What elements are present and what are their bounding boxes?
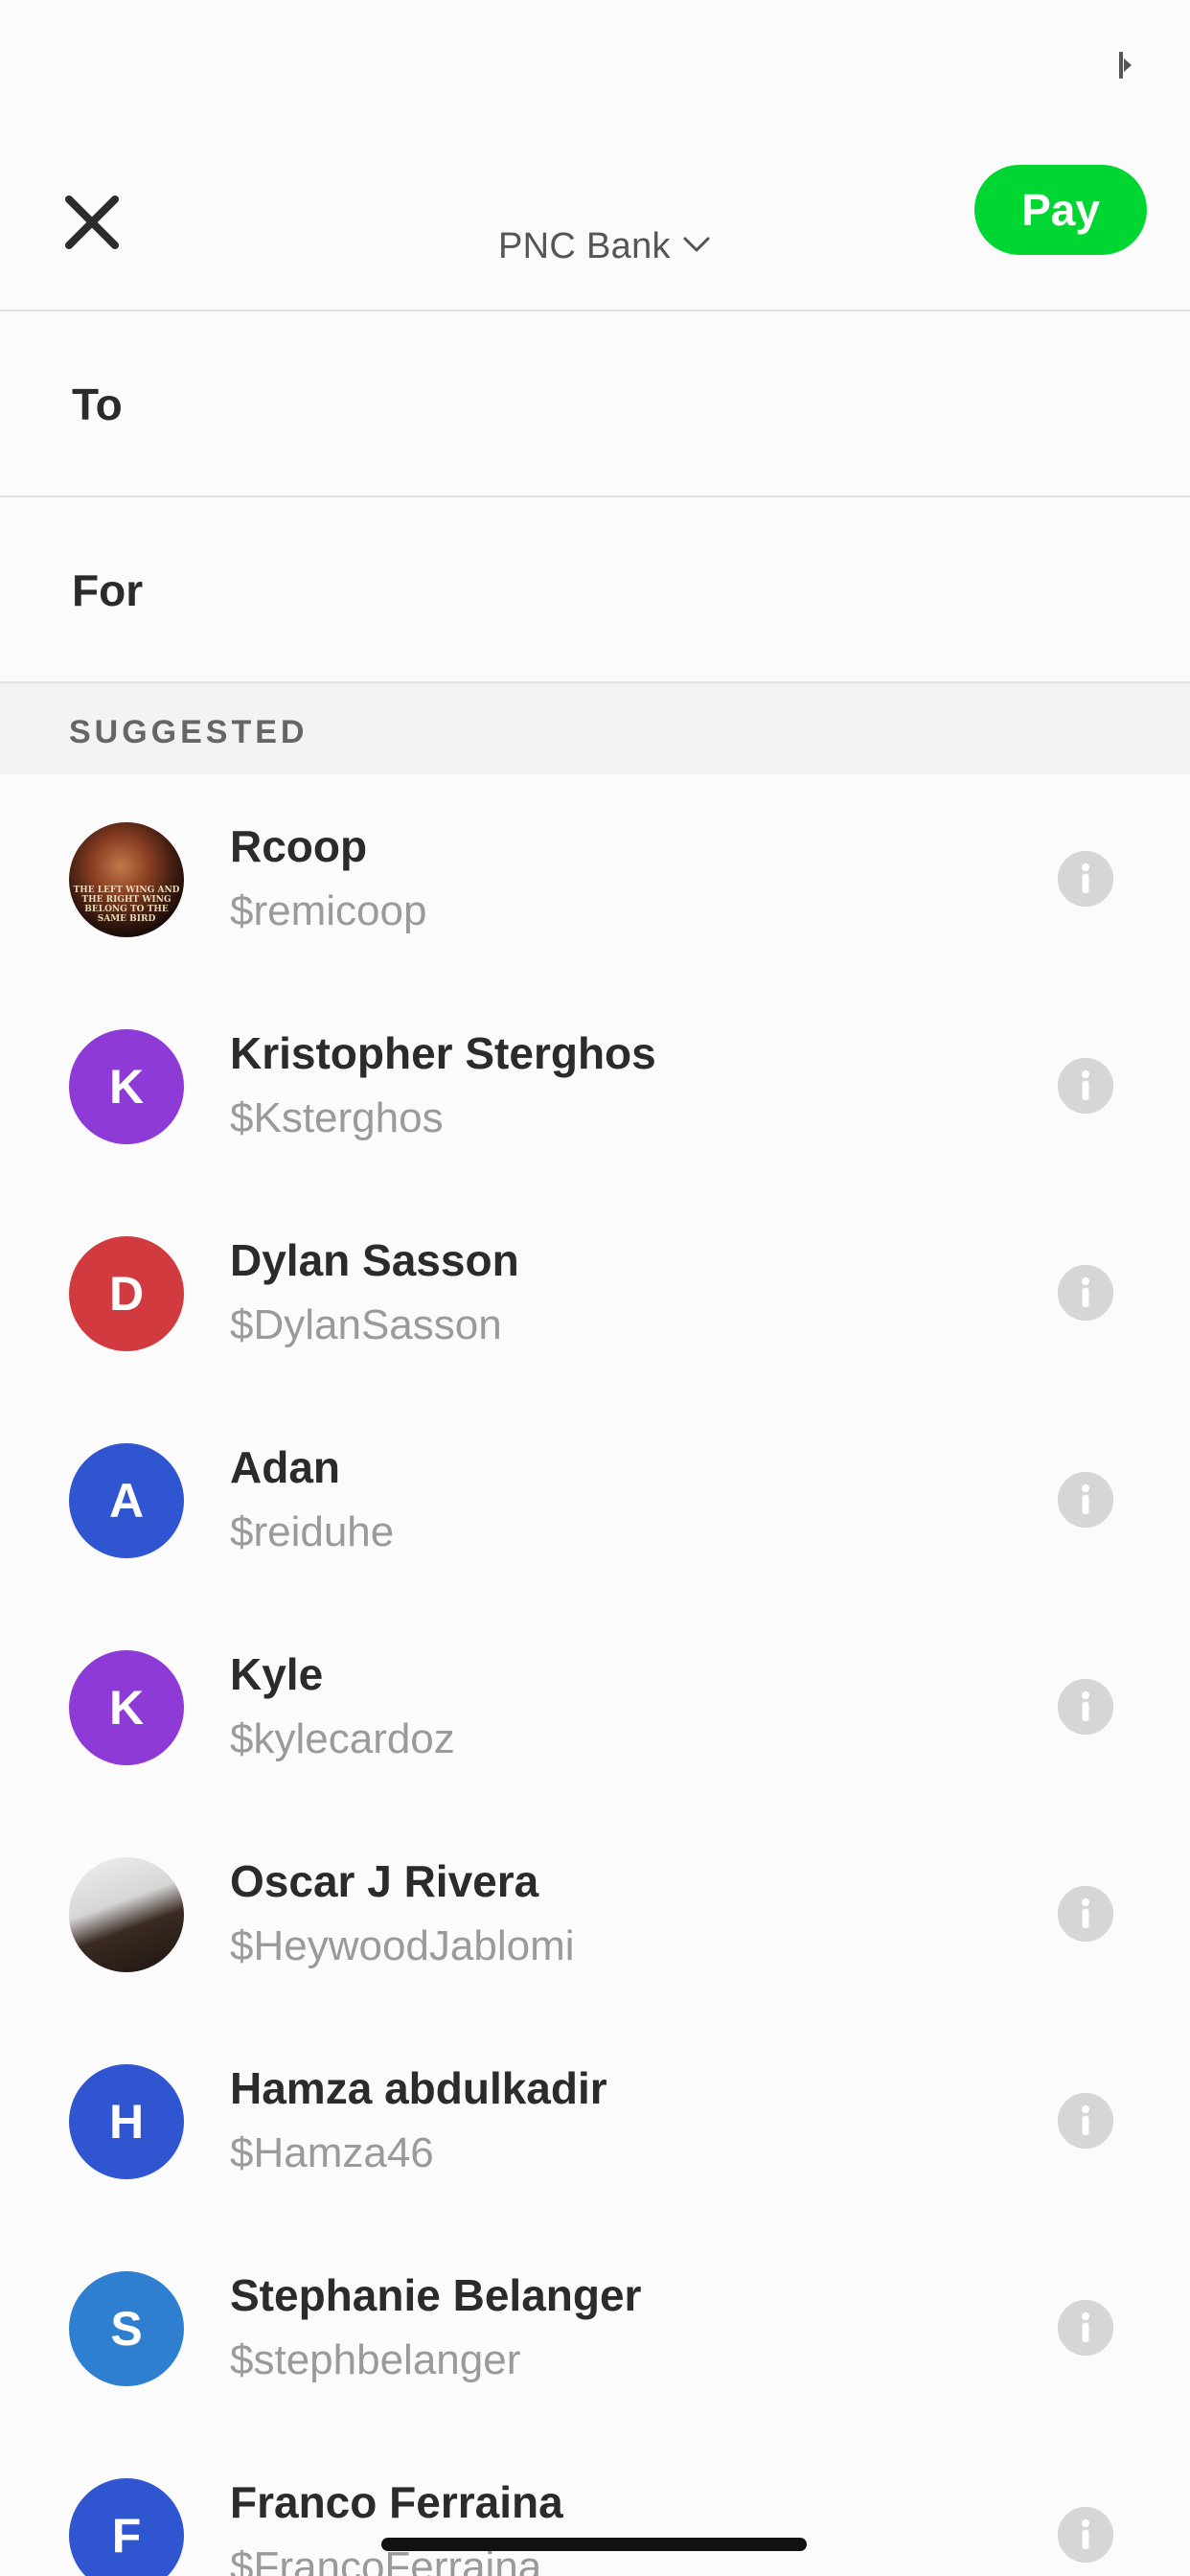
avatar-caption: THE LEFT WING AND THE RIGHT WING BELONG … bbox=[73, 886, 180, 924]
contact-row[interactable]: Oscar J Rivera $HeywoodJablomi bbox=[0, 1809, 1190, 2016]
contact-name: Kristopher Sterghos bbox=[230, 1028, 656, 1078]
avatar: K bbox=[69, 1650, 184, 1765]
contact-row[interactable]: S Stephanie Belanger $stephbelanger bbox=[0, 2223, 1190, 2430]
status-indicator-icon bbox=[1119, 52, 1132, 79]
contact-row[interactable]: K Kristopher Sterghos $Ksterghos bbox=[0, 981, 1190, 1188]
contact-name: Dylan Sasson bbox=[230, 1235, 519, 1285]
info-button[interactable] bbox=[1058, 2507, 1113, 2563]
to-label: To bbox=[72, 380, 123, 429]
contact-row[interactable]: THE LEFT WING AND THE RIGHT WING BELONG … bbox=[0, 774, 1190, 981]
chevron-down-icon bbox=[682, 235, 711, 259]
note-input[interactable] bbox=[192, 545, 1131, 635]
contact-name: Franco Ferraina bbox=[230, 2477, 563, 2527]
contact-row[interactable]: F Franco Ferraina $FrancoFerraina bbox=[0, 2430, 1190, 2576]
avatar: F bbox=[69, 2478, 184, 2576]
info-icon bbox=[1058, 1679, 1113, 1735]
contact-cashtag: $HeywoodJablomi bbox=[230, 1922, 575, 1969]
pay-header: PNC Bank Pay bbox=[0, 134, 1190, 311]
contact-row[interactable]: H Hamza abdulkadir $Hamza46 bbox=[0, 2016, 1190, 2223]
avatar-initial: A bbox=[108, 1474, 145, 1528]
contact-cashtag: $remicoop bbox=[230, 887, 427, 934]
section-title: SUGGESTED bbox=[69, 714, 309, 750]
suggested-section-header: SUGGESTED bbox=[0, 683, 1190, 774]
info-button[interactable] bbox=[1058, 2093, 1113, 2149]
contact-row[interactable]: D Dylan Sasson $DylanSasson bbox=[0, 1188, 1190, 1395]
to-field-row: To bbox=[0, 311, 1190, 497]
contact-cashtag: $reiduhe bbox=[230, 1508, 395, 1555]
suggested-contact-list: THE LEFT WING AND THE RIGHT WING BELONG … bbox=[0, 774, 1190, 2576]
info-button[interactable] bbox=[1058, 2300, 1113, 2356]
info-icon bbox=[1058, 851, 1113, 907]
avatar-initial: K bbox=[108, 1681, 145, 1735]
pay-button[interactable]: Pay bbox=[974, 165, 1147, 255]
recipient-input[interactable] bbox=[192, 359, 1131, 449]
info-icon bbox=[1058, 1886, 1113, 1942]
info-icon bbox=[1058, 1058, 1113, 1114]
contact-row[interactable]: A Adan $reiduhe bbox=[0, 1395, 1190, 1602]
info-icon bbox=[1058, 2300, 1113, 2356]
avatar: THE LEFT WING AND THE RIGHT WING BELONG … bbox=[69, 822, 184, 937]
for-field-row: For bbox=[0, 497, 1190, 683]
contact-name: Hamza abdulkadir bbox=[230, 2063, 607, 2113]
contact-cashtag: $DylanSasson bbox=[230, 1301, 502, 1348]
avatar bbox=[69, 1857, 184, 1972]
info-button[interactable] bbox=[1058, 1265, 1113, 1321]
info-icon bbox=[1058, 1265, 1113, 1321]
avatar: H bbox=[69, 2064, 184, 2179]
home-indicator[interactable] bbox=[381, 2538, 807, 2551]
contact-row[interactable]: K Kyle $kylecardoz bbox=[0, 1602, 1190, 1809]
status-bar bbox=[0, 0, 1190, 134]
contact-cashtag: $Hamza46 bbox=[230, 2129, 434, 2176]
info-button[interactable] bbox=[1058, 1886, 1113, 1942]
info-icon bbox=[1058, 2507, 1113, 2563]
avatar: K bbox=[69, 1029, 184, 1144]
for-label: For bbox=[72, 565, 144, 615]
avatar-initial: F bbox=[111, 2509, 142, 2563]
avatar: A bbox=[69, 1443, 184, 1558]
avatar-initial: D bbox=[108, 1267, 145, 1321]
contact-name: Rcoop bbox=[230, 821, 368, 871]
avatar: S bbox=[69, 2271, 184, 2386]
contact-cashtag: $stephbelanger bbox=[230, 2336, 521, 2383]
funding-source-label: PNC Bank bbox=[498, 226, 671, 266]
avatar-initial: S bbox=[110, 2302, 143, 2356]
funding-source-selector[interactable]: PNC Bank bbox=[498, 226, 711, 267]
info-button[interactable] bbox=[1058, 1058, 1113, 1114]
info-icon bbox=[1058, 2093, 1113, 2149]
contact-cashtag: $kylecardoz bbox=[230, 1715, 455, 1762]
close-button[interactable] bbox=[59, 190, 125, 255]
contact-name: Kyle bbox=[230, 1649, 324, 1699]
avatar-initial: H bbox=[108, 2095, 145, 2149]
contact-name: Oscar J Rivera bbox=[230, 1856, 539, 1906]
avatar-initial: K bbox=[108, 1060, 145, 1114]
info-button[interactable] bbox=[1058, 851, 1113, 907]
contact-name: Adan bbox=[230, 1442, 340, 1492]
info-button[interactable] bbox=[1058, 1679, 1113, 1735]
close-icon bbox=[65, 196, 119, 249]
info-icon bbox=[1058, 1472, 1113, 1528]
avatar: D bbox=[69, 1236, 184, 1351]
contact-cashtag: $Ksterghos bbox=[230, 1094, 444, 1141]
info-button[interactable] bbox=[1058, 1472, 1113, 1528]
contact-name: Stephanie Belanger bbox=[230, 2270, 642, 2320]
